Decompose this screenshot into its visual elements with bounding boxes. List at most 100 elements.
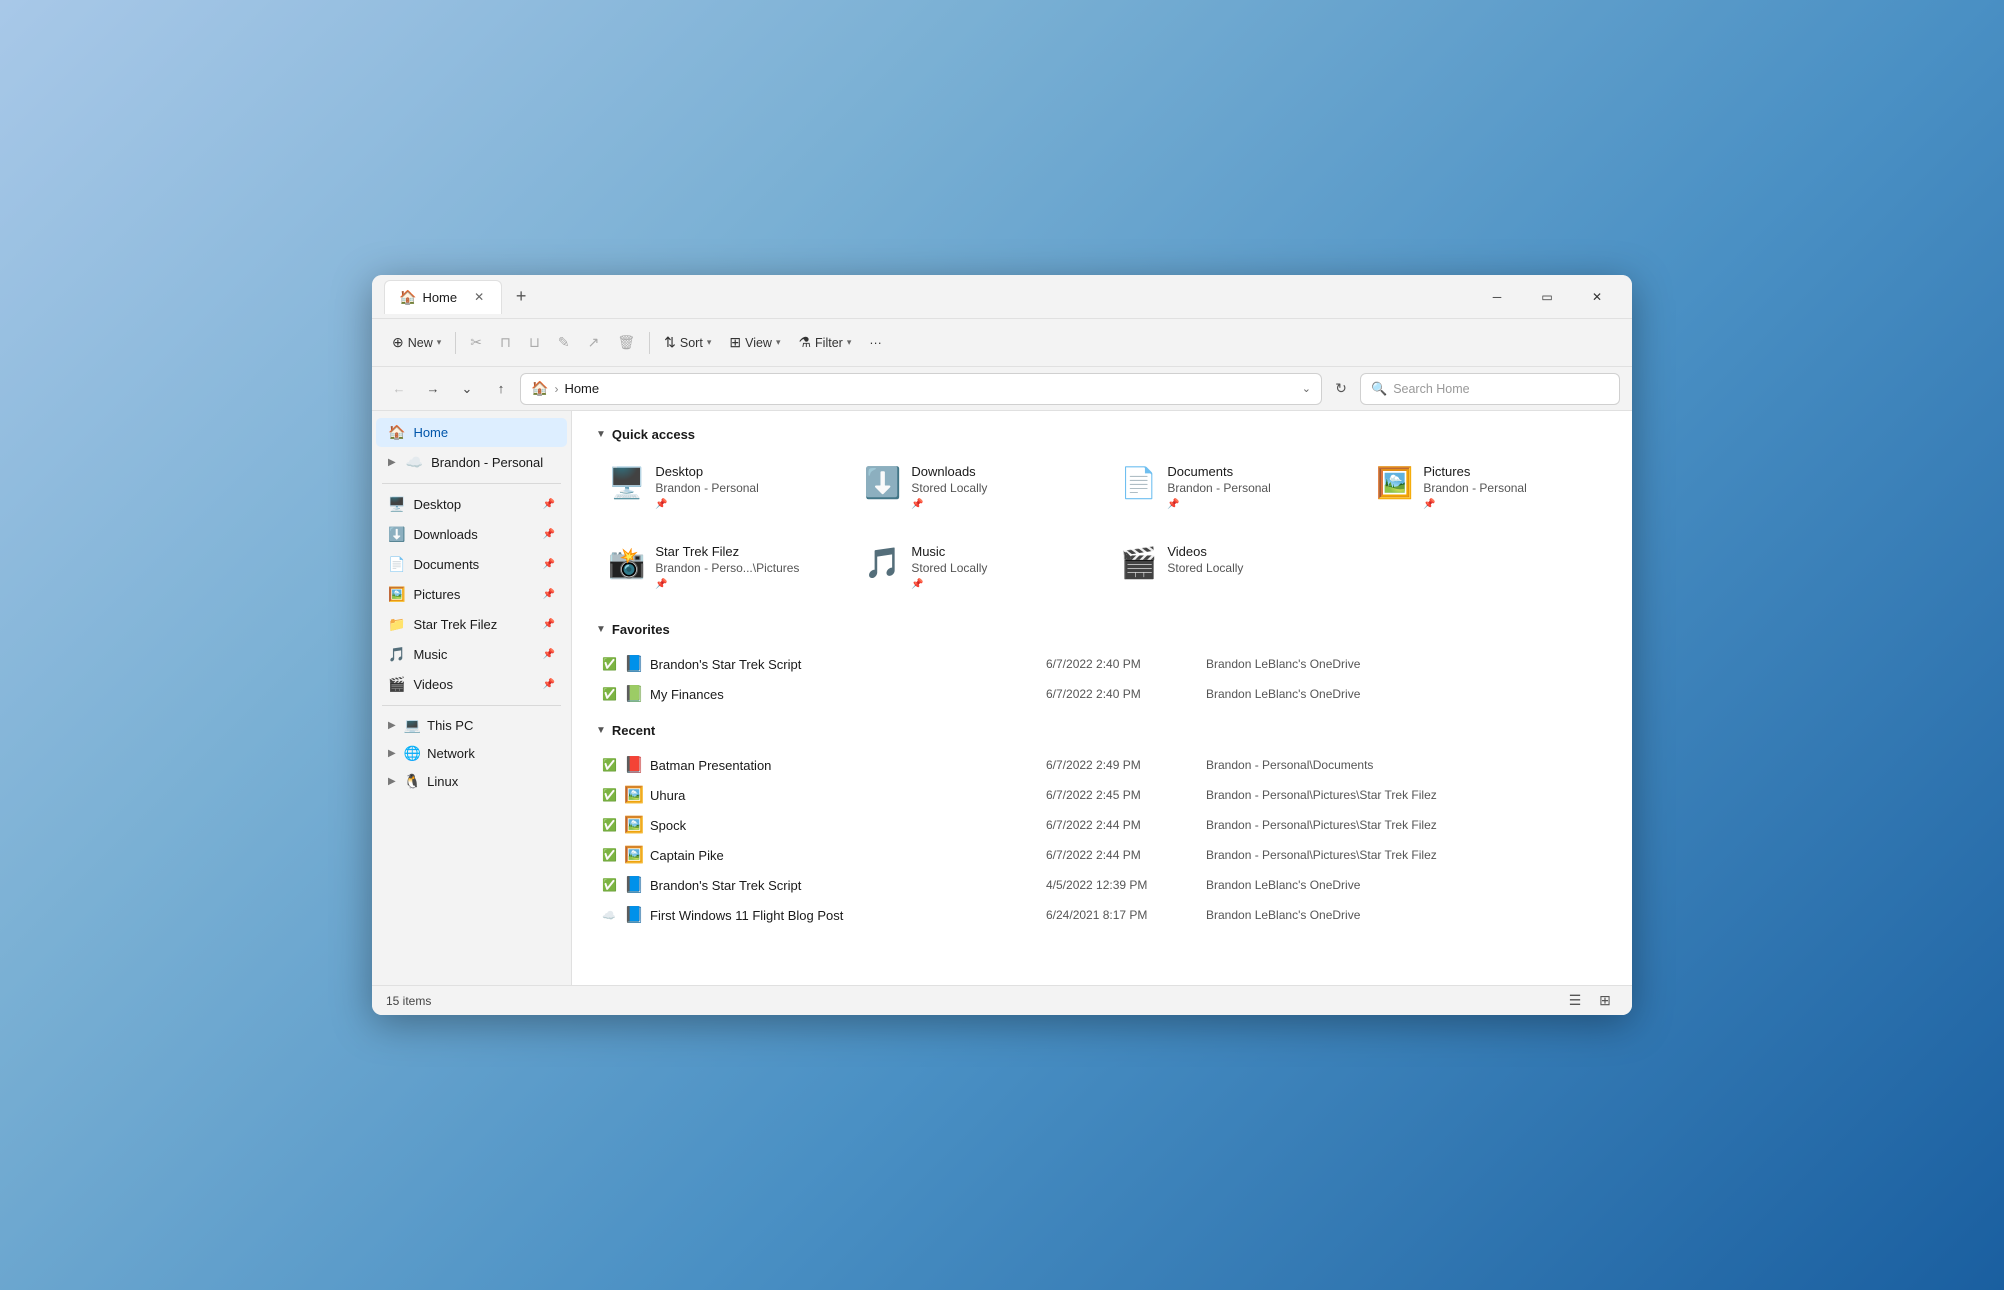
sidebar-item-linux[interactable]: ▶ 🐧 Linux	[376, 768, 567, 795]
favorites-header[interactable]: ▼ Favorites	[596, 622, 1608, 637]
sidebar-item-home[interactable]: 🏠 Home	[376, 418, 567, 447]
search-box[interactable]: 🔍 Search Home	[1360, 373, 1620, 405]
filter-chevron-icon: ▾	[847, 337, 852, 348]
downloads-folder-icon: ⬇️	[388, 526, 405, 543]
recent-list: ✅ 📕 Batman Presentation 6/7/2022 2:49 PM…	[596, 750, 1608, 930]
tab-close-button[interactable]: ✕	[471, 289, 487, 305]
music-card-pin: 📌	[911, 579, 1084, 590]
network-expand-icon: ▶	[388, 748, 396, 759]
sidebar-item-videos[interactable]: 🎬 Videos 📌	[376, 670, 567, 699]
list-view-button[interactable]: ☰	[1562, 990, 1588, 1012]
more-label: ···	[869, 336, 882, 350]
documents-card-name: Documents	[1167, 464, 1340, 479]
up-button[interactable]: ↑	[486, 374, 516, 404]
tab-home[interactable]: 🏠 Home ✕	[384, 280, 502, 314]
sidebar-item-startrekfilez[interactable]: 📁 Star Trek Filez 📌	[376, 610, 567, 639]
sort-button[interactable]: ⇅ Sort ▾	[656, 326, 719, 360]
file-row-startrekscript2[interactable]: ✅ 📘 Brandon's Star Trek Script 4/5/2022 …	[596, 870, 1608, 900]
documents-folder-icon: 📄	[388, 556, 405, 573]
title-bar: 🏠 Home ✕ + ─ ▭ ✕	[372, 275, 1632, 319]
music-card-sub: Stored Locally	[911, 561, 1084, 575]
share-button[interactable]: ↗	[580, 326, 608, 360]
rename-button[interactable]: ✎	[550, 326, 578, 360]
cut-button[interactable]: ✂	[462, 326, 490, 360]
filter-label: Filter	[815, 336, 843, 350]
documents-card-icon: 📄	[1120, 466, 1157, 501]
folder-card-startrek[interactable]: 📸 Star Trek Filez Brandon - Perso...\Pic…	[596, 534, 840, 602]
sidebar-item-documents[interactable]: 📄 Documents 📌	[376, 550, 567, 579]
this-pc-icon: 💻	[404, 717, 421, 734]
file-row-spock[interactable]: ✅ 🖼️ Spock 6/7/2022 2:44 PM Brandon - Pe…	[596, 810, 1608, 840]
address-bar[interactable]: 🏠 › Home ⌄	[520, 373, 1322, 405]
paste-button[interactable]: ⊔	[521, 326, 548, 360]
back-button[interactable]: ←	[384, 374, 414, 404]
copy-button[interactable]: ⊓	[492, 326, 519, 360]
sidebar-item-pictures[interactable]: 🖼️ Pictures 📌	[376, 580, 567, 609]
new-button[interactable]: ⊕ New ▾	[384, 326, 449, 360]
startrekscript2-name: Brandon's Star Trek Script	[650, 878, 1046, 893]
win11blog-file-icon: 📘	[624, 905, 650, 925]
filter-button[interactable]: ⚗ Filter ▾	[790, 326, 859, 360]
videos-card-icon: 🎬	[1120, 546, 1157, 581]
downloads-card-info: Downloads Stored Locally 📌	[911, 464, 1084, 510]
forward-button[interactable]: →	[418, 374, 448, 404]
new-tab-button[interactable]: +	[506, 282, 536, 312]
recent-locations-button[interactable]: ⌄	[452, 374, 482, 404]
file-row-uhura[interactable]: ✅ 🖼️ Uhura 6/7/2022 2:45 PM Brandon - Pe…	[596, 780, 1608, 810]
file-row-win11blog[interactable]: ☁️ 📘 First Windows 11 Flight Blog Post 6…	[596, 900, 1608, 930]
quick-access-header[interactable]: ▼ Quick access	[596, 427, 1608, 442]
recent-label: Recent	[612, 723, 655, 738]
sidebar-item-music[interactable]: 🎵 Music 📌	[376, 640, 567, 669]
file-row-captainpike[interactable]: ✅ 🖼️ Captain Pike 6/7/2022 2:44 PM Brand…	[596, 840, 1608, 870]
view-button[interactable]: ⊞ View ▾	[721, 326, 788, 360]
sidebar-item-desktop[interactable]: 🖥️ Desktop 📌	[376, 490, 567, 519]
uhura-location: Brandon - Personal\Pictures\Star Trek Fi…	[1206, 788, 1602, 802]
content-pane: ▼ Quick access 🖥️ Desktop Brandon - Pers…	[572, 411, 1632, 985]
new-chevron-icon: ▾	[437, 337, 442, 348]
videos-pin-icon: 📌	[543, 679, 555, 690]
tab-home-label: Home	[422, 290, 457, 305]
folder-card-music[interactable]: 🎵 Music Stored Locally 📌	[852, 534, 1096, 602]
minimize-button[interactable]: ─	[1474, 281, 1520, 313]
batman-status-icon: ✅	[602, 758, 624, 772]
sidebar-item-network[interactable]: ▶ 🌐 Network	[376, 740, 567, 767]
spock-status-icon: ✅	[602, 818, 624, 832]
cloud-icon: ☁️	[406, 454, 423, 471]
delete-icon: 🗑	[617, 334, 635, 351]
videos-card-info: Videos Stored Locally	[1167, 544, 1340, 575]
sidebar-downloads-label: Downloads	[413, 527, 534, 542]
maximize-button[interactable]: ▭	[1524, 281, 1570, 313]
close-button[interactable]: ✕	[1574, 281, 1620, 313]
sidebar-item-this-pc[interactable]: ▶ 💻 This PC	[376, 712, 567, 739]
startrek-folder-icon: 📁	[388, 616, 405, 633]
address-dropdown-icon[interactable]: ⌄	[1302, 382, 1311, 395]
file-row-startrek-script[interactable]: ✅ 📘 Brandon's Star Trek Script 6/7/2022 …	[596, 649, 1608, 679]
folder-card-videos[interactable]: 🎬 Videos Stored Locally	[1108, 534, 1352, 602]
file-row-myfinances[interactable]: ✅ 📗 My Finances 6/7/2022 2:40 PM Brandon…	[596, 679, 1608, 709]
sidebar-item-brandon-personal[interactable]: ▶ ☁️ Brandon - Personal	[376, 448, 567, 477]
recent-header[interactable]: ▼ Recent	[596, 723, 1608, 738]
file-explorer-window: 🏠 Home ✕ + ─ ▭ ✕ ⊕ New ▾ ✂ ⊓ ⊔ ✎	[372, 275, 1632, 1015]
sidebar-network-label: Network	[427, 746, 555, 761]
sort-icon: ⇅	[664, 334, 676, 351]
window-controls: ─ ▭ ✕	[1474, 281, 1620, 313]
documents-card-pin: 📌	[1167, 499, 1340, 510]
folder-card-documents[interactable]: 📄 Documents Brandon - Personal 📌	[1108, 454, 1352, 522]
startrek-card-icon: 📸	[608, 546, 645, 581]
sidebar-item-downloads[interactable]: ⬇️ Downloads 📌	[376, 520, 567, 549]
filter-icon: ⚗	[798, 334, 811, 351]
folder-card-pictures[interactable]: 🖼️ Pictures Brandon - Personal 📌	[1364, 454, 1608, 522]
more-button[interactable]: ···	[861, 326, 890, 360]
grid-view-button[interactable]: ⊞	[1592, 990, 1618, 1012]
folder-card-desktop[interactable]: 🖥️ Desktop Brandon - Personal 📌	[596, 454, 840, 522]
copy-icon: ⊓	[500, 334, 511, 351]
refresh-button[interactable]: ↻	[1326, 374, 1356, 404]
startrek-card-pin: 📌	[655, 579, 828, 590]
folder-card-downloads[interactable]: ⬇️ Downloads Stored Locally 📌	[852, 454, 1096, 522]
file-row-batman[interactable]: ✅ 📕 Batman Presentation 6/7/2022 2:49 PM…	[596, 750, 1608, 780]
delete-button[interactable]: 🗑	[609, 326, 643, 360]
favorites-label: Favorites	[612, 622, 670, 637]
myfinances-status-icon: ✅	[602, 687, 624, 701]
myfinances-location: Brandon LeBlanc's OneDrive	[1206, 687, 1602, 701]
batman-date: 6/7/2022 2:49 PM	[1046, 758, 1206, 772]
